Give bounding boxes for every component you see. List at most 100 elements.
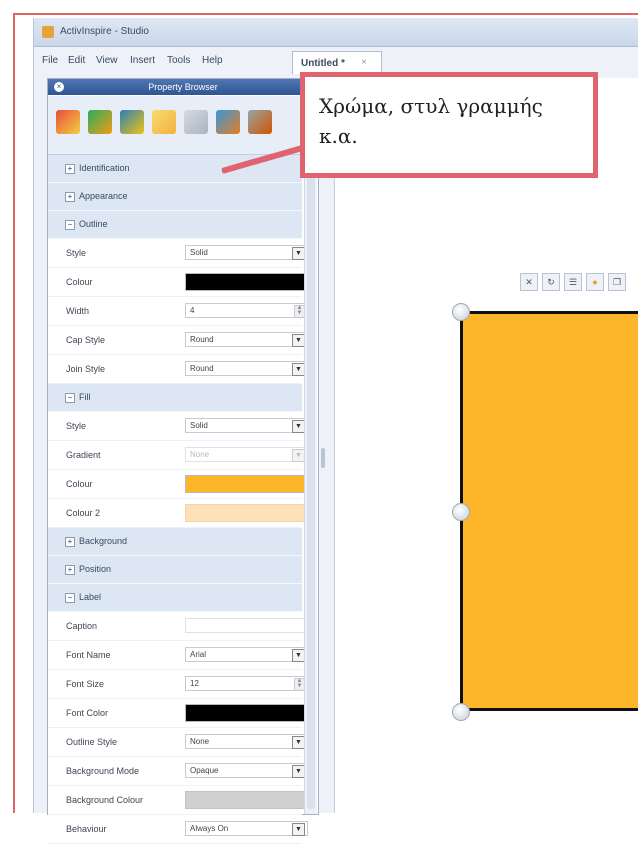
expand-icon[interactable]: +: [65, 164, 75, 174]
outline-width-stepper[interactable]: 4 ▲ ▼: [185, 303, 308, 318]
duplicate-icon[interactable]: ❐: [608, 273, 626, 291]
menu-edit[interactable]: Edit: [68, 55, 85, 66]
fill-colour-swatch[interactable]: [185, 475, 308, 493]
property-label: Background Colour: [66, 795, 144, 805]
select-value: Always On: [190, 824, 229, 833]
outline-style-select[interactable]: Solid ▼: [185, 245, 308, 260]
property-list: + Identification + Appearance − Outline …: [48, 155, 308, 844]
property-label: Width: [66, 306, 90, 316]
section-label: Background: [79, 536, 128, 546]
join-style-row: Join Style Round ▼: [48, 355, 308, 384]
pin-icon[interactable]: ×: [54, 82, 64, 92]
label-outline-style-select[interactable]: None ▼: [185, 734, 308, 749]
join-style-select[interactable]: Round ▼: [185, 361, 308, 376]
section-appearance[interactable]: + Appearance: [48, 183, 302, 211]
font-color-row: Font Color: [48, 699, 308, 728]
collapse-icon[interactable]: −: [65, 593, 75, 603]
selected-rectangle[interactable]: [460, 311, 638, 711]
title-bar: ActivInspire - Studio: [34, 18, 638, 47]
fill-colour-row: Colour: [48, 470, 308, 499]
background-mode-select[interactable]: Opaque ▼: [185, 763, 308, 778]
resize-handle-left[interactable]: [452, 503, 470, 521]
fill-style-select[interactable]: Solid ▼: [185, 418, 308, 433]
font-color-swatch[interactable]: [185, 704, 308, 722]
caption-input[interactable]: [185, 618, 308, 633]
delete-icon[interactable]: ✕: [520, 273, 538, 291]
fill-colour2-row: Colour 2: [48, 499, 308, 528]
tab-untitled[interactable]: Untitled * ×: [292, 51, 382, 74]
behaviour-row: Behaviour Always On ▼: [48, 815, 308, 844]
cap-style-select[interactable]: Round ▼: [185, 332, 308, 347]
select-value: Solid: [190, 421, 208, 430]
resize-handle-bottom-left[interactable]: [452, 703, 470, 721]
expand-icon[interactable]: +: [65, 537, 75, 547]
property-label: Gradient: [66, 450, 101, 460]
browser-toolbar: [48, 96, 318, 155]
resource-browser-icon[interactable]: [88, 110, 112, 134]
section-fill[interactable]: − Fill: [48, 384, 302, 412]
collapse-icon[interactable]: −: [65, 220, 75, 230]
section-position[interactable]: + Position: [48, 556, 302, 584]
select-value: Opaque: [190, 766, 219, 775]
section-label: Outline: [79, 219, 108, 229]
outline-style-row: Style Solid ▼: [48, 239, 308, 268]
resize-handle-top-left[interactable]: [452, 303, 470, 321]
stepper-value: 12: [190, 679, 199, 688]
background-mode-row: Background Mode Opaque ▼: [48, 757, 308, 786]
expand-icon[interactable]: +: [65, 192, 75, 202]
outline-style-label-row: Outline Style None ▼: [48, 728, 308, 757]
section-label[interactable]: − Label: [48, 584, 302, 612]
menu-view[interactable]: View: [96, 55, 118, 66]
flipchart-canvas[interactable]: ✕ ↻ ☰ ● ❐: [334, 78, 638, 813]
vertical-scrollbar[interactable]: [304, 155, 317, 814]
outline-colour-row: Colour: [48, 268, 308, 297]
expand-icon[interactable]: +: [65, 565, 75, 575]
property-label: Font Color: [66, 708, 109, 718]
menu-insert[interactable]: Insert: [130, 55, 155, 66]
notes-browser-icon[interactable]: [184, 110, 208, 134]
background-colour-swatch[interactable]: [185, 791, 308, 809]
section-label-text: Label: [79, 592, 102, 602]
section-label: Identification: [79, 163, 130, 173]
behaviour-select[interactable]: Always On ▼: [185, 821, 308, 836]
fill-style-row: Style Solid ▼: [48, 412, 308, 441]
section-label: Appearance: [79, 191, 128, 201]
page-browser-icon[interactable]: [56, 110, 80, 134]
stepper-value: 4: [190, 306, 195, 315]
menu-help[interactable]: Help: [202, 55, 223, 66]
rotate-icon[interactable]: ↻: [542, 273, 560, 291]
splitter-handle[interactable]: [321, 448, 325, 468]
section-outline[interactable]: − Outline: [48, 211, 302, 239]
color-icon[interactable]: ●: [586, 273, 604, 291]
object-browser-icon[interactable]: [152, 110, 176, 134]
font-name-row: Font Name Arial ▼: [48, 641, 308, 670]
close-icon[interactable]: ×: [361, 57, 367, 68]
outline-colour-swatch[interactable]: [185, 273, 308, 291]
caption-row: Caption: [48, 612, 308, 641]
scrollbar-thumb[interactable]: [307, 159, 315, 809]
collapse-icon[interactable]: −: [65, 393, 75, 403]
app-icon: [42, 26, 54, 38]
select-value: None: [190, 450, 210, 459]
property-label: Caption: [66, 621, 98, 631]
property-label: Style: [66, 421, 87, 431]
annotation-callout: Χρώμα, στυλ γραμμής κ.α.: [300, 72, 598, 178]
property-label: Behaviour: [66, 824, 107, 834]
align-icon[interactable]: ☰: [564, 273, 582, 291]
menu-file[interactable]: File: [42, 55, 58, 66]
property-label: Outline Style: [66, 737, 118, 747]
dropdown-arrow-icon[interactable]: ▼: [292, 823, 305, 836]
section-background[interactable]: + Background: [48, 528, 302, 556]
property-browser-icon[interactable]: [216, 110, 240, 134]
select-value: Round: [190, 335, 214, 344]
gradient-row: Gradient None ▼: [48, 441, 308, 470]
notes-icon[interactable]: [120, 110, 144, 134]
font-size-stepper[interactable]: 12 ▲ ▼: [185, 676, 308, 691]
property-label: Font Size: [66, 679, 105, 689]
menu-tools[interactable]: Tools: [167, 55, 190, 66]
actions-browser-icon[interactable]: [248, 110, 272, 134]
panel-title: Property Browser: [148, 82, 218, 92]
fill-colour2-swatch[interactable]: [185, 504, 308, 522]
font-size-row: Font Size 12 ▲ ▼: [48, 670, 308, 699]
font-name-select[interactable]: Arial ▼: [185, 647, 308, 662]
